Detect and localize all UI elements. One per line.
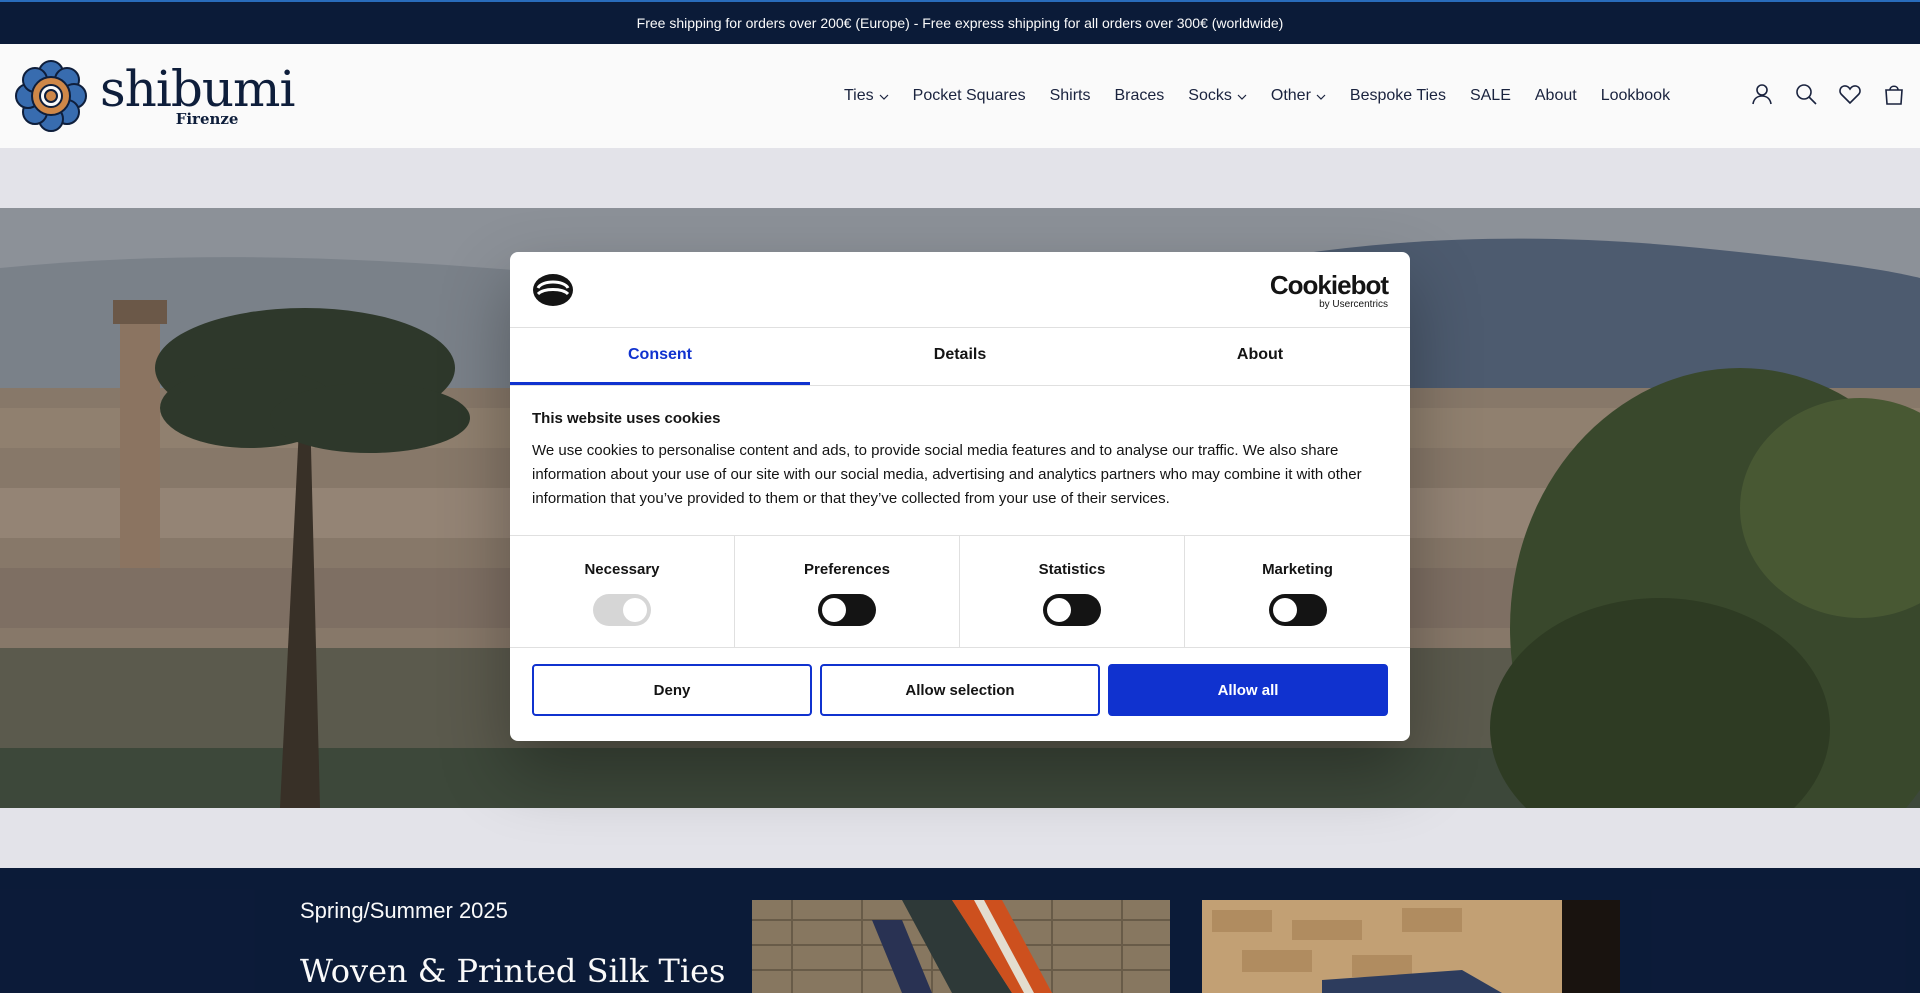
switch-knob [1272, 598, 1297, 622]
tab-consent[interactable]: Consent [510, 328, 810, 385]
allow-all-button[interactable]: Allow all [1108, 664, 1388, 716]
toggle-label: Statistics [1038, 561, 1106, 578]
switch-knob [822, 598, 846, 622]
dialog-text: We use cookies to personalise content an… [532, 442, 1362, 507]
preferences-switch[interactable] [818, 594, 876, 626]
dialog-title: This website uses cookies [532, 410, 721, 427]
cookie-consent-dialog: Cookiebot by Usercentrics Consent Detail… [510, 252, 1410, 741]
cookie-logo-icon [533, 274, 573, 306]
tab-about[interactable]: About [1110, 328, 1410, 385]
switch-knob [1047, 598, 1071, 622]
switch-knob [623, 598, 647, 622]
dialog-body: This website uses cookies We use cookies… [510, 386, 1410, 536]
dialog-actions: Deny Allow selection Allow all [510, 648, 1410, 732]
toggle-label: Necessary [584, 561, 660, 578]
toggle-preferences: Preferences [735, 536, 960, 647]
necessary-switch [593, 594, 651, 626]
dialog-tabs: Consent Details About [510, 328, 1410, 386]
toggle-statistics: Statistics [960, 536, 1185, 647]
marketing-switch[interactable] [1268, 594, 1327, 626]
toggle-label: Preferences [804, 561, 890, 578]
allow-selection-button[interactable]: Allow selection [820, 664, 1100, 716]
cookiebot-name: Cookiebot [1269, 270, 1389, 300]
deny-button[interactable]: Deny [532, 664, 812, 716]
tab-details[interactable]: Details [810, 328, 1110, 385]
consent-toggles: Necessary Preferences Statistics Marketi… [510, 536, 1410, 648]
toggle-necessary: Necessary [510, 536, 735, 647]
dialog-header: Cookiebot by Usercentrics [510, 252, 1410, 328]
cookiebot-sub: by Usercentrics [1319, 299, 1388, 310]
cookiebot-brand[interactable]: Cookiebot by Usercentrics [1269, 270, 1389, 310]
toggle-marketing: Marketing [1185, 536, 1410, 647]
toggle-label: Marketing [1262, 561, 1333, 578]
statistics-switch[interactable] [1043, 594, 1101, 626]
